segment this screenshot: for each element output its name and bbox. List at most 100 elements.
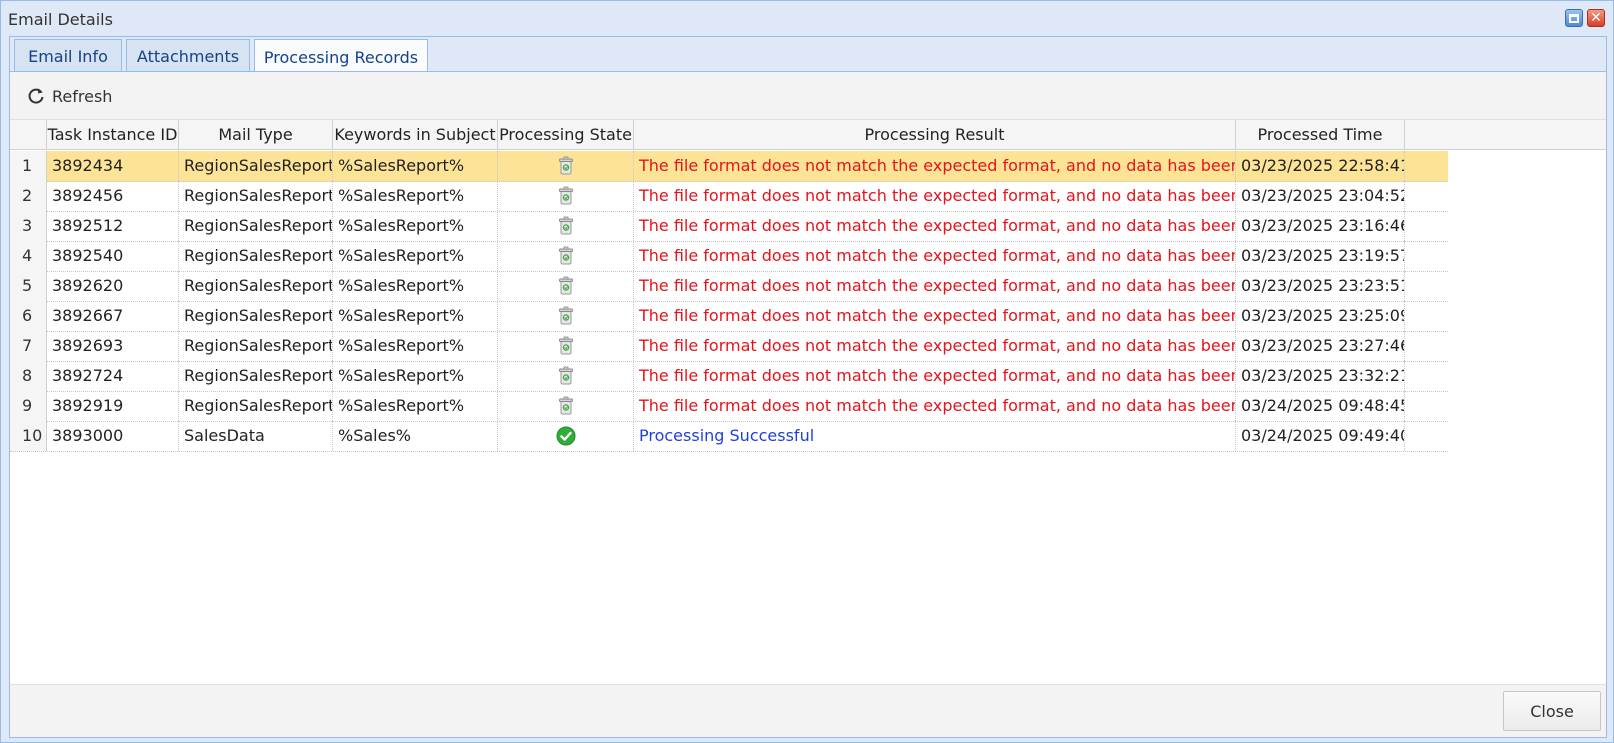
footer: Close xyxy=(9,684,1607,738)
email-details-window: Email Details ✕ Email Info Attachments P… xyxy=(0,0,1614,743)
keywords-cell: %SalesReport% xyxy=(333,391,498,421)
keywords-cell: %SalesReport% xyxy=(333,181,498,211)
trash-icon xyxy=(558,366,574,386)
trash-icon xyxy=(558,306,574,326)
row-number-cell: 8 xyxy=(10,361,47,391)
table-row[interactable]: 5 3892620 RegionSalesReport %SalesReport% Th… xyxy=(10,271,1448,302)
keywords-cell: %SalesReport% xyxy=(333,211,498,241)
header-task-instance-id[interactable]: Task Instance ID xyxy=(47,120,179,150)
table-row[interactable]: 9 3892919 RegionSalesReport %SalesReport% Th… xyxy=(10,391,1448,422)
keywords-cell: %SalesReport% xyxy=(333,331,498,361)
processing-state-cell xyxy=(498,151,634,181)
processing-result-cell: The file format does not match the expec… xyxy=(634,181,1236,211)
processed-time-cell: 03/24/2025 09:48:45 xyxy=(1236,391,1405,421)
processed-time-cell: 03/23/2025 23:32:21 xyxy=(1236,361,1405,391)
header-processing-result[interactable]: Processing Result xyxy=(634,120,1236,150)
table-row[interactable]: 7 3892693 RegionSalesReport %SalesReport% Th… xyxy=(10,331,1448,362)
processing-result-cell: The file format does not match the expec… xyxy=(634,331,1236,361)
header-processed-time[interactable]: Processed Time xyxy=(1236,120,1405,150)
keywords-cell: %SalesReport% xyxy=(333,301,498,331)
processing-state-cell xyxy=(498,271,634,301)
mail-type-cell: RegionSalesReport xyxy=(179,181,333,211)
row-number-cell: 3 xyxy=(10,211,47,241)
table-row[interactable]: 10 3893000 SalesData %Sales% Processing Succ… xyxy=(10,421,1448,452)
processing-state-cell xyxy=(498,361,634,391)
row-number-cell: 7 xyxy=(10,331,47,361)
processing-result-cell: The file format does not match the expec… xyxy=(634,241,1236,271)
table-row[interactable]: 1 3892434 RegionSalesReport %SalesReport% Th… xyxy=(10,151,1448,182)
task-instance-id-cell: 3892919 xyxy=(47,391,179,421)
window-title: Email Details xyxy=(8,10,113,29)
processing-state-cell xyxy=(498,181,634,211)
trash-icon xyxy=(558,216,574,236)
row-number-cell: 10 xyxy=(10,421,47,451)
mail-type-cell: RegionSalesReport xyxy=(179,151,333,181)
processed-time-cell: 03/23/2025 23:19:57 xyxy=(1236,241,1405,271)
keywords-cell: %SalesReport% xyxy=(333,271,498,301)
task-instance-id-cell: 3892724 xyxy=(47,361,179,391)
row-number-cell: 2 xyxy=(10,181,47,211)
row-number-cell: 1 xyxy=(10,151,47,181)
close-button[interactable]: Close xyxy=(1503,691,1601,731)
processed-time-cell: 03/23/2025 23:27:46 xyxy=(1236,331,1405,361)
processing-result-cell: The file format does not match the expec… xyxy=(634,391,1236,421)
task-instance-id-cell: 3892512 xyxy=(47,211,179,241)
row-number-cell: 5 xyxy=(10,271,47,301)
table-row[interactable]: 2 3892456 RegionSalesReport %SalesReport% Th… xyxy=(10,181,1448,212)
window-close-button[interactable]: ✕ xyxy=(1587,9,1605,27)
task-instance-id-cell: 3892540 xyxy=(47,241,179,271)
row-number-cell: 6 xyxy=(10,301,47,331)
processed-time-cell: 03/23/2025 23:25:09 xyxy=(1236,301,1405,331)
processing-state-cell xyxy=(498,391,634,421)
tab-processing-records[interactable]: Processing Records xyxy=(254,39,428,74)
row-number-cell: 9 xyxy=(10,391,47,421)
records-grid: Task Instance ID Mail Type Keywords in S… xyxy=(10,120,1606,684)
tab-attachments[interactable]: Attachments xyxy=(126,39,250,73)
trash-icon xyxy=(558,156,574,176)
task-instance-id-cell: 3893000 xyxy=(47,421,179,451)
table-row[interactable]: 4 3892540 RegionSalesReport %SalesReport% Th… xyxy=(10,241,1448,272)
processed-time-cell: 03/24/2025 09:49:40 xyxy=(1236,421,1405,451)
refresh-label: Refresh xyxy=(52,86,113,106)
processed-time-cell: 03/23/2025 23:04:52 xyxy=(1236,181,1405,211)
trash-icon xyxy=(558,336,574,356)
title-bar: Email Details ✕ xyxy=(1,1,1613,36)
header-keywords-in-subject[interactable]: Keywords in Subject xyxy=(333,120,498,150)
grid-header: Task Instance ID Mail Type Keywords in S… xyxy=(10,120,1606,150)
header-row-number xyxy=(10,120,47,150)
trash-icon xyxy=(558,396,574,416)
refresh-icon xyxy=(28,88,44,104)
processed-time-cell: 03/23/2025 23:23:51 xyxy=(1236,271,1405,301)
mail-type-cell: SalesData xyxy=(179,421,333,451)
processing-state-cell xyxy=(498,331,634,361)
header-processing-state[interactable]: Processing State xyxy=(498,120,634,150)
table-row[interactable]: 6 3892667 RegionSalesReport %SalesReport% Th… xyxy=(10,301,1448,332)
processing-state-cell xyxy=(498,421,634,451)
processing-records-panel: Refresh Task Instance ID Mail Type Keywo… xyxy=(9,71,1607,684)
tab-bar: Email Info Attachments Processing Record… xyxy=(9,36,1607,74)
processing-result-cell: The file format does not match the expec… xyxy=(634,271,1236,301)
processing-result-cell: The file format does not match the expec… xyxy=(634,361,1236,391)
header-mail-type[interactable]: Mail Type xyxy=(179,120,333,150)
refresh-button[interactable]: Refresh xyxy=(20,82,118,110)
processing-state-cell xyxy=(498,241,634,271)
keywords-cell: %Sales% xyxy=(333,421,498,451)
table-row[interactable]: 8 3892724 RegionSalesReport %SalesReport% Th… xyxy=(10,361,1448,392)
processing-state-cell xyxy=(498,211,634,241)
task-instance-id-cell: 3892620 xyxy=(47,271,179,301)
check-circle-icon xyxy=(556,426,576,446)
mail-type-cell: RegionSalesReport xyxy=(179,331,333,361)
maximize-icon xyxy=(1569,13,1579,23)
keywords-cell: %SalesReport% xyxy=(333,361,498,391)
task-instance-id-cell: 3892456 xyxy=(47,181,179,211)
processed-time-cell: 03/23/2025 22:58:41 xyxy=(1236,151,1405,181)
trash-icon xyxy=(558,186,574,206)
tab-email-info[interactable]: Email Info xyxy=(14,39,122,73)
keywords-cell: %SalesReport% xyxy=(333,151,498,181)
maximize-button[interactable] xyxy=(1565,9,1583,27)
mail-type-cell: RegionSalesReport xyxy=(179,391,333,421)
trash-icon xyxy=(558,276,574,296)
processing-result-cell: The file format does not match the expec… xyxy=(634,211,1236,241)
task-instance-id-cell: 3892434 xyxy=(47,151,179,181)
table-row[interactable]: 3 3892512 RegionSalesReport %SalesReport% Th… xyxy=(10,211,1448,242)
